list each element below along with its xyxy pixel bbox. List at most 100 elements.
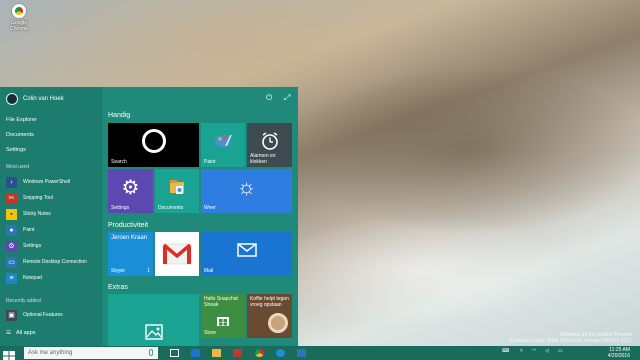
tile-search[interactable]: Search <box>108 123 199 167</box>
powershell-icon: › <box>6 176 17 188</box>
tile-weather[interactable]: ☼ Weer <box>201 169 292 213</box>
volume-icon[interactable]: ◁ <box>545 348 549 354</box>
notepad-icon: ≡ <box>6 272 17 284</box>
envelope-icon <box>201 232 292 268</box>
most-used-list: › Windows PowerShell ✂ Snipping Tool ▪ S… <box>6 174 102 286</box>
link-documents[interactable]: Documents <box>6 131 37 146</box>
clock-date: 4/20/2016 <box>607 353 630 359</box>
notifications-icon[interactable]: ▭ <box>558 348 563 354</box>
app-remote-desktop[interactable]: ▭ Remote Desktop Connection <box>6 254 102 270</box>
app-paint[interactable]: ● Paint <box>6 222 102 238</box>
user-account[interactable]: Colin van Hoek <box>6 93 64 105</box>
chrome-icon <box>12 4 26 18</box>
edge-icon[interactable] <box>191 349 200 357</box>
tile-paint[interactable]: Paint <box>201 123 245 167</box>
list-icon: ☰ <box>6 330 11 336</box>
windows-logo-icon <box>3 351 15 360</box>
desktop-shortcut-label: Google Chrome <box>10 20 28 32</box>
link-settings[interactable]: Settings <box>6 146 37 161</box>
store-live-text: Hallo Snapchat Streak <box>204 296 238 308</box>
tile-photos[interactable] <box>108 294 199 346</box>
remote-desktop-icon: ▭ <box>6 256 17 268</box>
tile-documents[interactable]: Documents <box>155 169 199 213</box>
tile-label: Skype <box>111 268 125 274</box>
app-label: Remote Desktop Connection <box>23 259 87 265</box>
chrome-icon[interactable] <box>255 349 264 357</box>
search-placeholder: Ask me anything <box>28 350 73 356</box>
search-box[interactable]: Ask me anything <box>24 347 158 359</box>
photo-icon <box>108 318 199 346</box>
sticky-note-icon: ▪ <box>6 208 17 220</box>
build-watermark: Windows 10 Pro Insider Preview Evaluatio… <box>510 332 633 344</box>
tile-label: Store <box>204 330 216 336</box>
group-title-handig: Handig <box>108 112 131 119</box>
all-apps-label: All apps <box>15 330 36 336</box>
task-view-icon[interactable] <box>170 349 179 357</box>
app-label: Snipping Tool <box>23 195 53 201</box>
file-explorer-icon[interactable] <box>212 349 221 357</box>
recent-list: ▣ Optional Features <box>6 307 63 323</box>
skype-icon[interactable] <box>276 349 285 357</box>
recently-added-header: Recently added <box>6 298 41 304</box>
link-file-explorer[interactable]: File Explorer <box>6 116 37 131</box>
app-powershell[interactable]: › Windows PowerShell <box>6 174 102 190</box>
tile-settings[interactable]: ⚙ Settings <box>108 169 153 213</box>
store-bag-icon <box>201 310 245 330</box>
desktop-shortcut-chrome[interactable]: Google Chrome <box>6 4 32 32</box>
tile-label: Paint <box>204 159 216 165</box>
tile-gmail[interactable] <box>155 232 199 276</box>
app-label: Windows PowerShell <box>23 179 70 185</box>
app-label: Notepad <box>23 275 42 281</box>
chevron-up-icon[interactable]: ˄ <box>520 348 523 354</box>
gear-icon: ⚙ <box>121 176 140 199</box>
app-label: Settings <box>23 243 42 249</box>
app-settings[interactable]: ⚙ Settings <box>6 238 102 254</box>
app-snipping-tool[interactable]: ✂ Snipping Tool <box>6 190 102 206</box>
tile-store[interactable]: Hallo Snapchat Streak Store <box>201 294 245 338</box>
documents-icon <box>155 169 199 205</box>
all-apps-button[interactable]: ☰ All apps <box>6 330 36 336</box>
microphone-icon[interactable] <box>149 349 153 356</box>
power-icon[interactable]: ⏻ <box>266 93 272 103</box>
keyboard-icon[interactable]: ⌨ <box>502 348 509 354</box>
tile-label: Mail <box>204 268 214 274</box>
tile-mail[interactable]: Mail <box>201 232 292 276</box>
office-icon[interactable] <box>233 349 242 357</box>
tile-label: Alarmen en klokken <box>250 153 276 165</box>
app-optional-features[interactable]: ▣ Optional Features <box>6 307 63 323</box>
palette-icon <box>201 123 245 159</box>
tile-skype[interactable]: Jeroen Kraan Skype 1 <box>108 232 153 276</box>
watermark-line-2: Evaluation copy. Build 14316.rs1_release… <box>509 338 633 344</box>
gmail-icon <box>155 232 199 276</box>
tile-badge: 1 <box>147 268 150 274</box>
app-label: Sticky Notes <box>23 211 51 217</box>
start-menu: Colin van Hoek File Explorer Documents S… <box>0 87 298 346</box>
wifi-icon[interactable]: ◠ <box>532 348 536 354</box>
tile-alarms[interactable]: Alarmen en klokken <box>247 123 292 167</box>
start-left-column: Colin van Hoek File Explorer Documents S… <box>0 87 102 346</box>
group-title-extras: Extras <box>108 284 128 291</box>
app-notepad[interactable]: ≡ Notepad <box>6 270 102 286</box>
start-button[interactable] <box>3 348 17 360</box>
start-places: File Explorer Documents Settings <box>6 116 37 161</box>
taskbar-clock[interactable]: 11:25 AM 4/20/2016 <box>608 347 630 359</box>
tile-label: Weer <box>204 205 216 211</box>
taskbar: Ask me anything ⌨ ˄ ◠ ◁ ▭ 11:25 AM 4/20/… <box>0 346 640 360</box>
tile-label: Settings <box>111 205 130 211</box>
coffee-cup-image <box>268 313 288 333</box>
expand-icon[interactable]: ⤢ <box>284 93 290 103</box>
cortana-icon <box>108 123 199 159</box>
app-label: Paint <box>23 227 35 233</box>
skype-contact-name: Jeroen Kraan <box>111 235 148 241</box>
most-used-header: Most used <box>6 164 30 170</box>
app-sticky-notes[interactable]: ▪ Sticky Notes <box>6 206 102 222</box>
window-icon: ▣ <box>6 309 17 321</box>
scissors-icon: ✂ <box>6 192 17 204</box>
tile-news[interactable]: Koffie helpt tegen vroeg opstaan <box>247 294 292 338</box>
tile-label: Search <box>111 159 127 165</box>
app-label: Optional Features <box>23 312 63 318</box>
news-live-text: Koffie helpt tegen vroeg opstaan <box>250 296 289 308</box>
mail-icon[interactable] <box>297 349 306 357</box>
group-title-productiviteit: Productiviteit <box>108 222 149 229</box>
sun-icon: ☼ <box>236 174 257 199</box>
